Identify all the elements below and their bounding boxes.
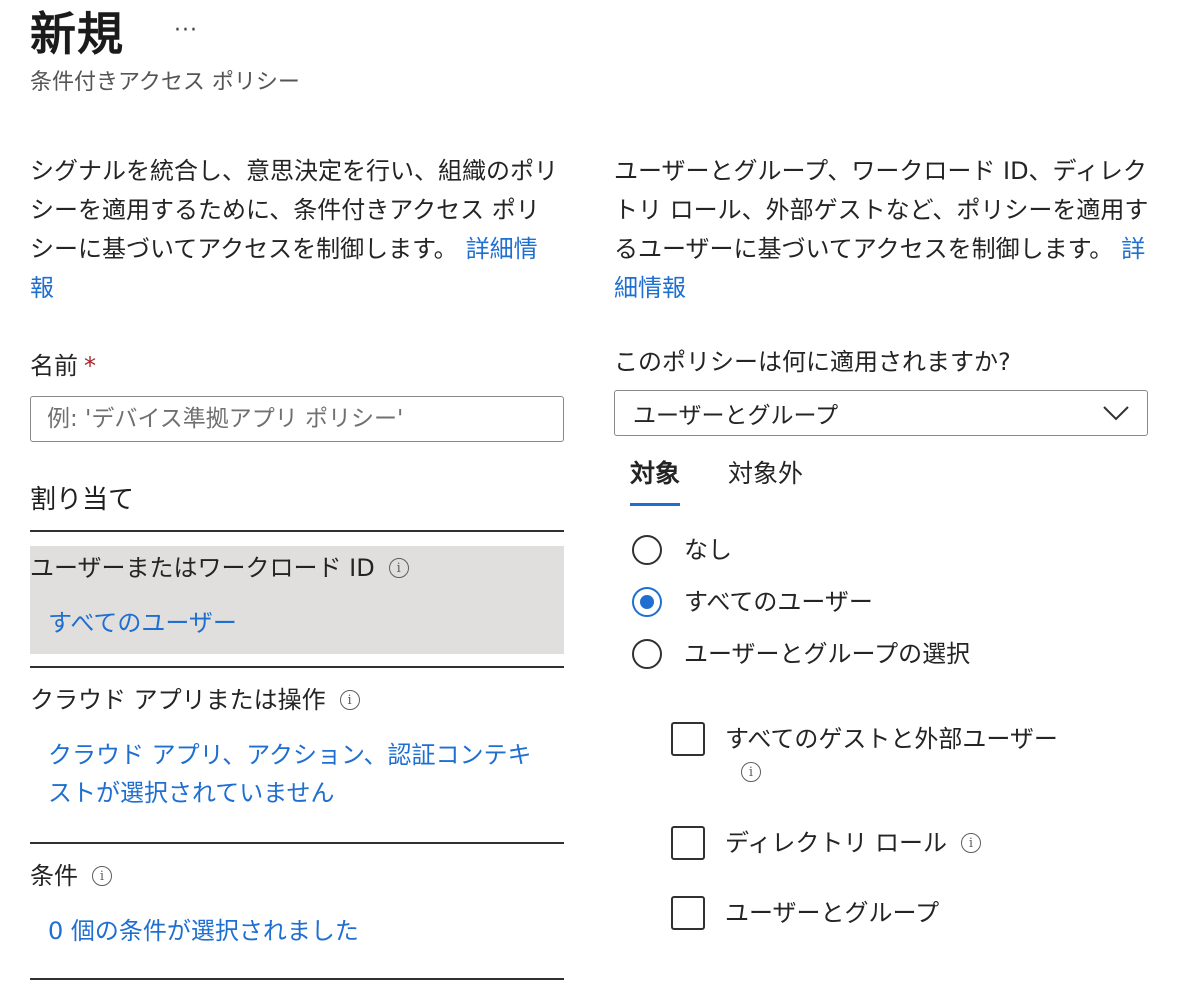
info-icon[interactable]: i [741, 762, 761, 782]
more-icon[interactable]: ··· [174, 20, 198, 42]
section-value-link[interactable]: 0 個の条件が選択されました [30, 912, 564, 950]
name-label-text: 名前 [30, 352, 78, 380]
section-cloud-apps[interactable]: クラウド アプリまたは操作 i クラウド アプリ、アクション、認証コンテキストが… [30, 684, 564, 812]
checkbox-users-groups[interactable]: ユーザーとグループ [671, 896, 939, 930]
checkbox-label-wrap: すべてのゲストと外部ユーザー i [725, 722, 1058, 782]
section-title-text: 条件 [30, 862, 78, 890]
radio-label: ユーザーとグループの選択 [684, 640, 971, 668]
divider [30, 978, 564, 980]
radio-button[interactable] [632, 535, 662, 565]
section-title: クラウド アプリまたは操作 i [30, 684, 564, 716]
radio-all-users[interactable]: すべてのユーザー [632, 586, 873, 618]
page-title: 新規 [30, 7, 124, 61]
info-icon[interactable]: i [960, 833, 981, 853]
section-title: 条件 i [30, 860, 564, 892]
checkbox-guests-external[interactable]: すべてのゲストと外部ユーザー i [671, 722, 1058, 782]
divider [30, 842, 564, 844]
radio-button-checked[interactable] [632, 587, 662, 617]
name-label: 名前 * [30, 350, 96, 382]
section-users-workload[interactable]: ユーザーまたはワークロード ID i すべてのユーザー [30, 546, 564, 654]
divider [30, 666, 564, 668]
left-description: シグナルを統合し、意思決定を行い、組織のポリシーを適用するために、条件付きアクセ… [30, 152, 558, 308]
section-value-link[interactable]: クラウド アプリ、アクション、認証コンテキストが選択されていません [30, 736, 564, 812]
section-value-link[interactable]: すべてのユーザー [30, 604, 564, 642]
checkbox[interactable] [671, 896, 705, 930]
radio-none[interactable]: なし [632, 534, 732, 566]
info-icon[interactable]: i [339, 690, 360, 710]
checkbox-label: すべてのゲストと外部ユーザー [725, 725, 1058, 753]
applies-to-dropdown[interactable]: ユーザーとグループ [614, 390, 1148, 436]
checkbox-label: ディレクトリ ロール i [725, 826, 981, 860]
checkbox-directory-roles[interactable]: ディレクトリ ロール i [671, 826, 981, 860]
radio-select-users-groups[interactable]: ユーザーとグループの選択 [632, 638, 970, 670]
checkbox[interactable] [671, 826, 705, 860]
info-icon[interactable]: i [388, 558, 409, 578]
radio-button[interactable] [632, 639, 662, 669]
info-icon[interactable]: i [92, 866, 112, 886]
name-input[interactable] [30, 396, 564, 442]
tab-include[interactable]: 対象 [630, 456, 681, 506]
divider [30, 530, 564, 532]
section-title: ユーザーまたはワークロード ID i [30, 552, 564, 584]
radio-dot [640, 595, 654, 609]
checkbox[interactable] [671, 722, 705, 756]
radio-label: なし [684, 536, 732, 564]
section-title-text: ユーザーまたはワークロード ID [30, 554, 375, 582]
radio-label: すべてのユーザー [684, 588, 873, 616]
include-exclude-tabs: 対象 対象外 [630, 456, 803, 506]
checkbox-label: ユーザーとグループ [725, 899, 940, 927]
section-title-text: クラウド アプリまたは操作 [30, 686, 326, 714]
assignments-heading: 割り当て [30, 485, 135, 515]
checkbox-label-text: ディレクトリ ロール [725, 829, 947, 857]
page-subtitle: 条件付きアクセス ポリシー [30, 70, 300, 95]
chevron-down-icon [1103, 406, 1129, 421]
applies-to-label: このポリシーは何に適用されますか? [614, 348, 1011, 376]
right-description-text: ユーザーとグループ、ワークロード ID、ディレクトリ ロール、外部ゲストなど、ポ… [614, 157, 1149, 263]
applies-to-value: ユーザーとグループ [633, 403, 839, 429]
section-conditions[interactable]: 条件 i 0 個の条件が選択されました [30, 860, 564, 950]
tab-exclude[interactable]: 対象外 [728, 456, 803, 506]
right-description: ユーザーとグループ、ワークロード ID、ディレクトリ ロール、外部ゲストなど、ポ… [614, 152, 1154, 308]
required-star: * [84, 352, 96, 380]
